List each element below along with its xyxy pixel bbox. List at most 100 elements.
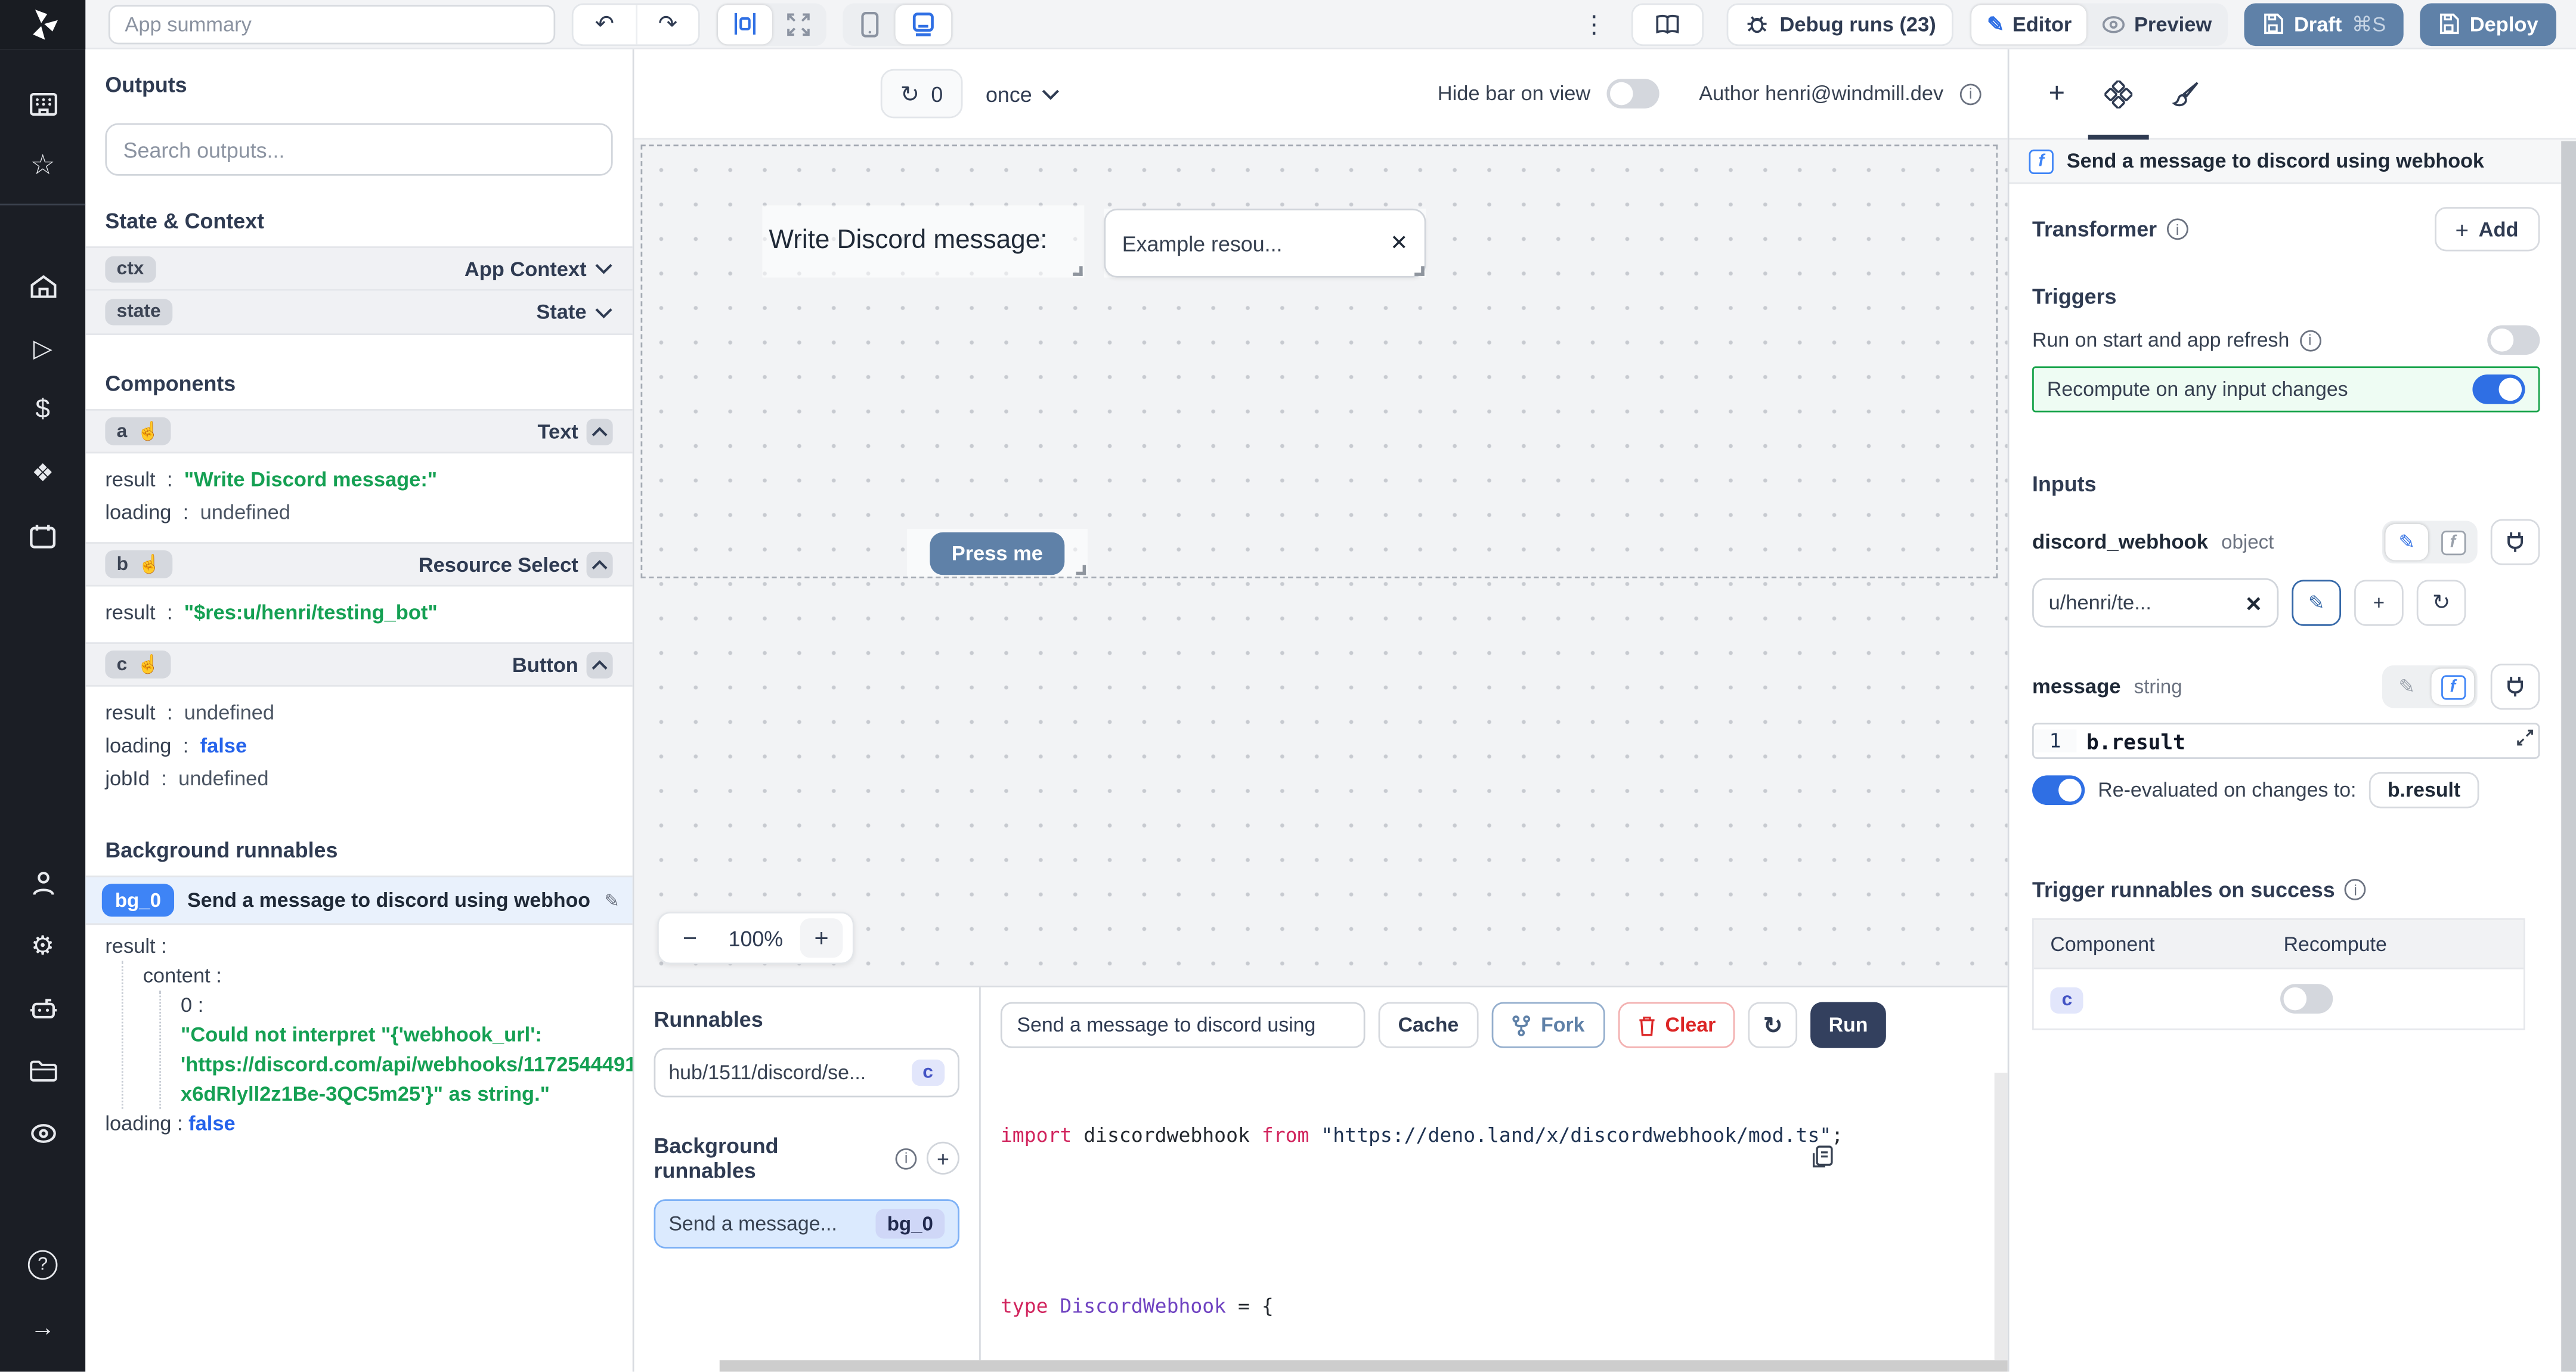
undo-icon: ↶	[595, 10, 614, 38]
code-editor[interactable]: import discordwebhook from "https://deno…	[1001, 1064, 2008, 1360]
resize-handle[interactable]	[1076, 565, 1086, 575]
info-icon[interactable]: i	[896, 1147, 917, 1169]
component-a-row[interactable]: a☝ Text	[85, 409, 632, 453]
resize-handle[interactable]	[1414, 266, 1425, 276]
clear-button[interactable]: Clear	[1618, 1002, 1736, 1048]
undo-button[interactable]: ↶	[574, 4, 636, 44]
reeval-toggle[interactable]	[2032, 775, 2085, 805]
nav-apps-button[interactable]	[0, 72, 85, 135]
fork-icon	[1511, 1014, 1531, 1036]
nav-runs-button[interactable]: ▷	[0, 317, 85, 380]
center-layout-button[interactable]	[718, 4, 772, 44]
button-component[interactable]: Press me	[907, 529, 1088, 577]
refresh-count-button[interactable]: ↻ 0	[881, 69, 963, 119]
fork-button[interactable]: Fork	[1491, 1002, 1604, 1048]
desktop-view-button[interactable]	[896, 4, 952, 44]
nav-resources-button[interactable]: ❖	[0, 442, 85, 504]
runnable-name-input[interactable]	[1001, 1002, 1366, 1048]
add-resource-button[interactable]: +	[2354, 580, 2404, 626]
recompute-row-toggle[interactable]	[2280, 984, 2333, 1014]
chevron-down-icon[interactable]	[595, 263, 612, 274]
refresh-resource-button[interactable]: ↻	[2417, 580, 2466, 626]
nav-audit-button[interactable]	[0, 1102, 85, 1165]
nav-users-button[interactable]	[0, 853, 85, 915]
draft-button[interactable]: Draft ⌘S	[2244, 2, 2404, 45]
collapse-button[interactable]	[587, 651, 613, 677]
resource-value-select[interactable]: u/henri/te... ✕	[2032, 578, 2278, 628]
nav-settings-button[interactable]: ⚙	[0, 915, 85, 978]
help-button[interactable]: ?	[0, 1234, 85, 1296]
close-icon[interactable]: ✕	[2245, 590, 2262, 615]
collapse-button[interactable]	[587, 551, 613, 577]
docs-button[interactable]	[1632, 2, 1704, 45]
more-options-button[interactable]: ⋮	[1572, 4, 1615, 44]
tab-insert[interactable]: +	[2045, 49, 2068, 139]
add-background-runnable-button[interactable]: +	[927, 1142, 959, 1175]
resource-select-component[interactable]: Example resou... ✕	[1104, 209, 1426, 278]
state-row[interactable]: state State	[85, 291, 632, 335]
nav-workers-button[interactable]	[0, 977, 85, 1040]
refresh-code-button[interactable]: ↻	[1748, 1002, 1797, 1048]
nav-schedules-button[interactable]	[0, 504, 85, 567]
device-toggle-group	[843, 2, 953, 45]
info-icon[interactable]: i	[2167, 218, 2188, 240]
app-canvas[interactable]: Write Discord message: Example resou... …	[634, 140, 2007, 986]
connect-input-button[interactable]	[2491, 664, 2540, 710]
resize-handle[interactable]	[1073, 266, 1083, 276]
app-summary-input[interactable]	[109, 4, 555, 44]
info-icon[interactable]: i	[2345, 879, 2366, 900]
run-on-start-toggle[interactable]	[2487, 326, 2540, 355]
text-component[interactable]: Write Discord message:	[762, 205, 1084, 277]
right-panel-scrollbar[interactable]	[2561, 141, 2576, 1372]
run-button[interactable]: Run	[1810, 1002, 1885, 1048]
close-icon[interactable]: ✕	[1390, 230, 1408, 256]
runnable-bg-item-selected[interactable]: Send a message... bg_0	[654, 1199, 959, 1249]
windmill-logo[interactable]	[0, 0, 85, 48]
info-icon[interactable]: i	[2299, 329, 2321, 351]
code-scrollbar[interactable]	[1995, 1073, 2008, 1360]
mobile-view-button[interactable]	[844, 4, 895, 44]
tab-editor[interactable]: ✎ Editor	[1972, 4, 2086, 44]
frequency-dropdown[interactable]: once	[986, 81, 1060, 106]
press-me-button[interactable]: Press me	[930, 531, 1064, 574]
reeval-target-pill[interactable]: b.result	[2370, 772, 2479, 809]
static-mode-button[interactable]: ✎	[2385, 668, 2428, 705]
collapse-button[interactable]	[587, 418, 613, 444]
tab-component-settings[interactable]	[2101, 49, 2136, 139]
cache-button[interactable]: Cache	[1379, 1002, 1479, 1048]
recompute-toggle[interactable]	[2472, 374, 2525, 404]
zoom-in-button[interactable]: +	[800, 918, 843, 958]
ctx-row[interactable]: ctx App Context	[85, 246, 632, 290]
add-transformer-button[interactable]: +Add	[2434, 207, 2540, 251]
bg0-row[interactable]: bg_0 Send a message to discord using web…	[85, 875, 632, 925]
edit-resource-button[interactable]: ✎	[2292, 580, 2341, 626]
component-b-row[interactable]: b☝ Resource Select	[85, 542, 632, 586]
component-c-row[interactable]: c☝ Button	[85, 642, 632, 686]
nav-home-button[interactable]	[0, 255, 85, 317]
zoom-out-button[interactable]: −	[668, 918, 711, 958]
static-mode-button[interactable]: ✎	[2385, 524, 2428, 560]
runnable-hub-item[interactable]: hub/1511/discord/se... c	[654, 1048, 959, 1098]
tab-preview[interactable]: Preview	[2086, 4, 2227, 44]
copy-icon[interactable]	[1812, 1088, 1978, 1225]
nav-favorites-button[interactable]: ☆	[0, 135, 85, 197]
collapse-rail-button[interactable]: →	[0, 1296, 85, 1359]
fullscreen-button[interactable]	[772, 4, 825, 44]
edit-icon[interactable]: ✎	[604, 890, 619, 911]
expand-icon[interactable]	[2515, 728, 2535, 748]
info-icon[interactable]: i	[1960, 83, 1981, 104]
eval-mode-button[interactable]: f	[2432, 524, 2475, 560]
tab-styling[interactable]	[2169, 49, 2203, 139]
connect-input-button[interactable]	[2491, 519, 2540, 565]
nav-folders-button[interactable]	[0, 1040, 85, 1102]
hide-bar-toggle[interactable]	[1607, 79, 1659, 109]
message-expression-editor[interactable]: 1 b.result	[2032, 723, 2540, 759]
chevron-down-icon[interactable]	[595, 306, 612, 318]
nav-variables-button[interactable]: $	[0, 379, 85, 442]
redo-button[interactable]: ↷	[636, 4, 698, 44]
debug-runs-button[interactable]: Debug runs (23)	[1727, 2, 1954, 45]
eval-mode-button[interactable]: f	[2432, 668, 2475, 705]
search-outputs-input[interactable]	[105, 123, 612, 176]
resource-select-input[interactable]: Example resou... ✕	[1104, 209, 1426, 278]
deploy-button[interactable]: Deploy	[2420, 2, 2556, 45]
